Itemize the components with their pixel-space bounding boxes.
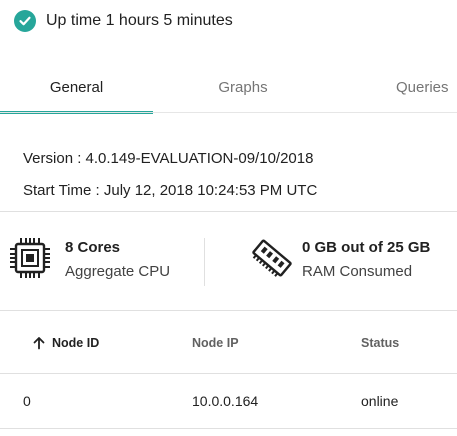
version-text: Version : 4.0.149-EVALUATION-09/10/2018: [23, 150, 314, 167]
cpu-cores-value: 8 Cores: [65, 239, 121, 256]
ram-value: 0 GB out of 25 GB: [302, 239, 431, 256]
tab-bar: General Graphs Queries: [0, 64, 457, 114]
cpu-stat: 8 Cores Aggregate CPU: [8, 236, 170, 284]
sort-ascending-icon: [32, 336, 46, 350]
check-circle-icon: [14, 10, 36, 32]
start-time-text: Start Time : July 12, 2018 10:24:53 PM U…: [23, 182, 318, 199]
column-header-node-id[interactable]: Node ID: [32, 334, 99, 352]
column-header-status[interactable]: Status: [361, 334, 399, 352]
ram-stat: 0 GB out of 25 GB RAM Consumed: [250, 236, 430, 284]
cell-node-ip: 10.0.0.164: [192, 393, 259, 409]
column-header-node-ip[interactable]: Node IP: [192, 334, 239, 352]
uptime-text: Up time 1 hours 5 minutes: [46, 12, 233, 29]
section-divider: [0, 211, 457, 212]
cpu-label: Aggregate CPU: [65, 263, 171, 280]
cell-status: online: [361, 393, 399, 409]
cpu-chip-icon: [8, 236, 52, 280]
tab-queries[interactable]: Queries: [333, 64, 457, 110]
stat-divider: [204, 238, 205, 286]
column-header-label: Node ID: [52, 336, 100, 350]
memory-module-icon: [250, 236, 294, 280]
table-row-divider: [0, 428, 457, 429]
tab-graphs[interactable]: Graphs: [153, 64, 333, 110]
cell-node-id: 0: [23, 393, 31, 409]
uptime-status: Up time 1 hours 5 minutes: [14, 9, 233, 33]
tabs-divider: [0, 112, 457, 113]
tab-general[interactable]: General: [0, 64, 153, 110]
ram-label: RAM Consumed: [302, 263, 413, 280]
section-divider: [0, 310, 457, 311]
table-header-divider: [0, 373, 457, 374]
